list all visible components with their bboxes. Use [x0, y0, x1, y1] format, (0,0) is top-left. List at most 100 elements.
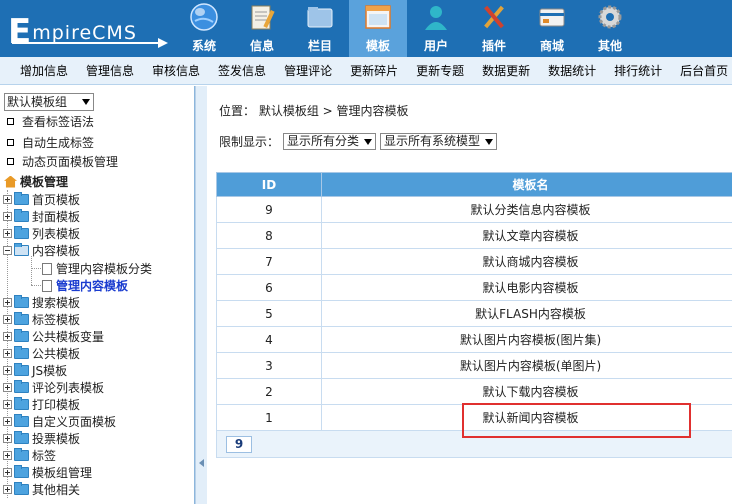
quick-menu-bar: 增加信息 管理信息 审核信息 签发信息 管理评论 更新碎片 更新专题 数据更新 …: [0, 57, 732, 85]
menu-sign-info[interactable]: 签发信息: [209, 62, 275, 79]
model-filter-select[interactable]: 显示所有系统模型: [380, 133, 498, 150]
filter-label: 限制显示：: [219, 135, 280, 149]
tree-item-other[interactable]: 其他相关: [3, 481, 80, 498]
row-template-name[interactable]: 默认商城内容模板: [321, 248, 732, 275]
menu-rank-stats[interactable]: 排行统计: [605, 62, 671, 79]
tree-item-vote-template[interactable]: 投票模板: [3, 430, 80, 447]
folder-icon: [14, 482, 29, 495]
template-group-select[interactable]: 默认模板组: [4, 93, 94, 111]
expand-icon[interactable]: [3, 195, 12, 204]
menu-review-info[interactable]: 审核信息: [143, 62, 209, 79]
expand-icon[interactable]: [3, 212, 12, 221]
folder-icon: [14, 431, 29, 444]
tree-item-comment-list-template[interactable]: 评论列表模板: [3, 379, 104, 396]
tree-item-tags[interactable]: 标签: [3, 447, 56, 464]
tree-label: 公共模板: [32, 347, 81, 361]
row-id: 1: [216, 404, 322, 431]
select-value: 显示所有系统模型: [384, 134, 481, 148]
tree-item-list-template[interactable]: 列表模板: [3, 225, 80, 242]
expand-icon[interactable]: [3, 349, 12, 358]
link-auto-generate-tag[interactable]: 自动生成标签: [7, 134, 94, 151]
nav-label: 用户: [423, 39, 448, 53]
menu-update-fragments[interactable]: 更新碎片: [341, 62, 407, 79]
column-header-id[interactable]: ID: [216, 172, 322, 197]
tree-item-js-template[interactable]: JS模板: [3, 362, 67, 379]
nav-template[interactable]: 模板: [349, 0, 407, 57]
tree-item-custom-page-template[interactable]: 自定义页面模板: [3, 413, 116, 430]
class-filter-select[interactable]: 显示所有分类: [283, 133, 377, 150]
menu-manage-info[interactable]: 管理信息: [77, 62, 143, 79]
expand-icon[interactable]: [3, 451, 12, 460]
nav-column[interactable]: 栏目: [291, 0, 349, 57]
menu-data-stats[interactable]: 数据统计: [539, 62, 605, 79]
collapse-arrow-icon[interactable]: [199, 459, 204, 467]
row-template-name[interactable]: 默认电影内容模板: [321, 274, 732, 301]
row-template-name[interactable]: 默认下载内容模板: [321, 378, 732, 405]
expand-icon[interactable]: [3, 229, 12, 238]
row-template-name[interactable]: 默认图片内容模板(图片集): [321, 326, 732, 353]
expand-icon[interactable]: [3, 400, 12, 409]
table-row: 2 默认下载内容模板: [216, 378, 732, 405]
tree-item-cover-template[interactable]: 封面模板: [3, 208, 80, 225]
link-dynamic-page-template[interactable]: 动态页面模板管理: [7, 153, 118, 170]
tree-item-public-template-vars[interactable]: 公共模板变量: [3, 328, 104, 345]
tree-item-public-template[interactable]: 公共模板: [3, 345, 80, 362]
nav-other[interactable]: 其他: [581, 0, 639, 57]
square-bullet-icon: [7, 139, 14, 146]
folder-icon: [14, 209, 29, 222]
link-view-tag-syntax[interactable]: 查看标签语法: [7, 113, 94, 130]
folder-icon: [14, 226, 29, 239]
row-template-name[interactable]: 默认分类信息内容模板: [321, 196, 732, 223]
nav-label: 其他: [597, 39, 622, 53]
expand-icon[interactable]: [3, 332, 12, 341]
main-nav: 系统 信息 栏目 模板 用户 插件 商城 其他: [175, 0, 639, 57]
nav-system[interactable]: 系统: [175, 0, 233, 57]
folder-icon: [14, 414, 29, 427]
tree-item-tag-template[interactable]: 标签模板: [3, 311, 80, 328]
menu-manage-comments[interactable]: 管理评论: [275, 62, 341, 79]
expand-icon[interactable]: [3, 417, 12, 426]
row-template-name[interactable]: 默认图片内容模板(单图片): [321, 352, 732, 379]
expand-icon[interactable]: [3, 434, 12, 443]
tree-item-print-template[interactable]: 打印模板: [3, 396, 80, 413]
tree-item-template-group-manage[interactable]: 模板组管理: [3, 464, 92, 481]
tree-item-content-template[interactable]: 内容模板: [3, 242, 80, 259]
table-row: 4 默认图片内容模板(图片集): [216, 326, 732, 353]
expand-icon[interactable]: [3, 468, 12, 477]
nav-info[interactable]: 信息: [233, 0, 291, 57]
expand-icon[interactable]: [3, 383, 12, 392]
expand-icon[interactable]: [3, 315, 12, 324]
table-header-row: ID 模板名: [216, 172, 732, 197]
row-template-name[interactable]: 默认FLASH内容模板: [321, 300, 732, 327]
pagination-total[interactable]: 9: [226, 435, 252, 453]
menu-admin-home[interactable]: 后台首页: [671, 62, 732, 79]
expand-icon[interactable]: [3, 366, 12, 375]
table-row: 7 默认商城内容模板: [216, 248, 732, 275]
breadcrumb-path[interactable]: 默认模板组 > 管理内容模板: [259, 104, 409, 118]
tree-item-manage-content-template-class[interactable]: 管理内容模板分类: [42, 260, 152, 277]
menu-add-info[interactable]: 增加信息: [0, 62, 77, 79]
row-template-name[interactable]: 默认文章内容模板: [321, 222, 732, 249]
table-row: 9 默认分类信息内容模板: [216, 196, 732, 223]
row-id: 5: [216, 300, 322, 327]
table-row: 3 默认图片内容模板(单图片): [216, 352, 732, 379]
expand-icon[interactable]: [3, 298, 12, 307]
link-label: 查看标签语法: [22, 115, 95, 129]
sidebar-collapse-bar[interactable]: [195, 86, 207, 504]
row-id: 6: [216, 274, 322, 301]
left-sidebar: 默认模板组 查看标签语法 自动生成标签 动态页面模板管理 模板管理 首页模板 封…: [0, 86, 195, 504]
tree-item-search-template[interactable]: 搜索模板: [3, 294, 80, 311]
row-id: 3: [216, 352, 322, 379]
collapse-icon[interactable]: [3, 246, 12, 255]
nav-plugin[interactable]: 插件: [465, 0, 523, 57]
menu-update-topics[interactable]: 更新专题: [407, 62, 473, 79]
menu-data-update[interactable]: 数据更新: [473, 62, 539, 79]
folder-icon: [14, 380, 29, 393]
expand-icon[interactable]: [3, 485, 12, 494]
column-header-name[interactable]: 模板名: [321, 172, 732, 197]
breadcrumb: 位置： 默认模板组 > 管理内容模板: [219, 102, 409, 119]
tree-item-homepage-template[interactable]: 首页模板: [3, 191, 80, 208]
nav-shop[interactable]: 商城: [523, 0, 581, 57]
tree-item-manage-content-template[interactable]: 管理内容模板: [42, 277, 128, 294]
nav-user[interactable]: 用户: [407, 0, 465, 57]
